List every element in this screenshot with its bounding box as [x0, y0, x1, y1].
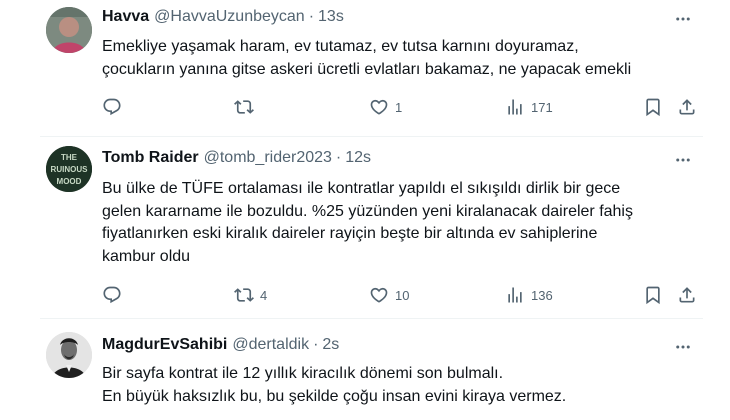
- retweet-count: 4: [260, 287, 268, 303]
- bookmark-icon: [646, 98, 660, 117]
- separator-dot: ·: [308, 8, 315, 25]
- user-handle[interactable]: @dertaldik: [232, 336, 309, 354]
- share-button[interactable]: [677, 96, 697, 118]
- reply-button[interactable]: [102, 96, 128, 118]
- timestamp[interactable]: 13s: [318, 8, 344, 26]
- retweet-button[interactable]: [234, 96, 260, 118]
- svg-text:THE: THE: [61, 153, 78, 162]
- like-count: 10: [395, 287, 410, 303]
- bookmark-button[interactable]: [643, 96, 663, 118]
- like-count: 1: [395, 99, 403, 115]
- more-horizontal-icon: [676, 345, 690, 349]
- user-handle[interactable]: @tomb_rider2023: [204, 149, 332, 167]
- tweet-text: Bu ülke de TÜFE ortalaması ile kontratla…: [102, 178, 691, 268]
- share-icon: [679, 99, 695, 115]
- tweet-header: Tomb Raider @tomb_rider2023 · 12s: [102, 149, 371, 171]
- tweet[interactable]: Havva @HavvaUzunbeycan · 13s Emekliye ya…: [40, 0, 703, 135]
- tweet[interactable]: THE RUINOUS MOOD Tomb Raider @tomb_rider…: [40, 137, 703, 315]
- views-button[interactable]: 171: [505, 96, 553, 118]
- tweet-text-line: Bir sayfa kontrat ile 12 yıllık kiracılı…: [102, 365, 504, 382]
- retweet-icon: [234, 100, 254, 114]
- tweet[interactable]: MagdurEvSahibi @dertaldik · 2s Bir sayfa…: [40, 319, 703, 420]
- heart-icon: [370, 287, 388, 303]
- tweet-text-line: kambur oldu: [102, 247, 191, 265]
- view-count: 171: [531, 99, 553, 115]
- views-chart-icon: [508, 99, 522, 115]
- tweet-text-line: Emekliye yaşamak haram, ev tutamaz, ev t…: [102, 38, 579, 55]
- share-button[interactable]: [677, 284, 697, 306]
- view-count: 136: [531, 287, 553, 303]
- like-button[interactable]: 10: [369, 284, 409, 306]
- tweet-text-line: Bu ülke de TÜFE ortalaması ile kontratla…: [102, 180, 621, 197]
- bookmark-button[interactable]: [643, 284, 663, 306]
- separator-dot: ·: [313, 336, 319, 353]
- views-button[interactable]: 136: [505, 284, 553, 306]
- display-name[interactable]: Tomb Raider: [102, 149, 199, 167]
- retweet-icon: [234, 288, 254, 302]
- tweet-text-line: fiyatlanırken eski kiralık daireler rayi…: [102, 225, 598, 242]
- reply-icon: [103, 286, 121, 304]
- tweet-actions: 4 10 136: [102, 284, 697, 306]
- display-name[interactable]: Havva: [102, 8, 149, 26]
- views-chart-icon: [508, 287, 522, 303]
- reply-icon: [103, 98, 121, 116]
- tweet-text: Emekliye yaşamak haram, ev tutamaz, ev t…: [102, 36, 691, 81]
- timestamp[interactable]: 12s: [345, 149, 371, 167]
- more-options-button[interactable]: [671, 336, 695, 358]
- more-horizontal-icon: [676, 17, 690, 21]
- avatar[interactable]: [46, 7, 92, 53]
- svg-text:RUINOUS: RUINOUS: [51, 165, 89, 174]
- reply-button[interactable]: [102, 284, 128, 306]
- separator-dot: ·: [335, 149, 342, 166]
- share-icon: [679, 287, 695, 303]
- tweet-actions: 1 171: [102, 96, 697, 118]
- timestamp[interactable]: 2s: [322, 336, 339, 354]
- heart-icon: [370, 99, 388, 115]
- display-name[interactable]: MagdurEvSahibi: [102, 336, 227, 354]
- tweet-header: Havva @HavvaUzunbeycan · 13s: [102, 8, 344, 30]
- tweet-text-line: gelen kararname ile bozuldu. %25 yüzünde…: [102, 202, 633, 220]
- tweet-header: MagdurEvSahibi @dertaldik · 2s: [102, 336, 339, 358]
- more-horizontal-icon: [676, 158, 690, 162]
- user-handle[interactable]: @HavvaUzunbeycan: [154, 8, 305, 26]
- tweet-text-line: En büyük haksızlık bu, bu şekilde çoğu i…: [102, 387, 567, 405]
- like-button[interactable]: 1: [369, 96, 402, 118]
- avatar[interactable]: THE RUINOUS MOOD: [46, 146, 92, 192]
- more-options-button[interactable]: [671, 8, 695, 30]
- more-options-button[interactable]: [671, 149, 695, 171]
- retweet-button[interactable]: 4: [234, 284, 267, 306]
- tweet-text-line: çocukların yanına gitse askeri ücretli e…: [102, 60, 632, 78]
- tweet-text: Bir sayfa kontrat ile 12 yıllık kiracılı…: [102, 363, 691, 408]
- svg-text:MOOD: MOOD: [57, 177, 82, 186]
- avatar[interactable]: [46, 332, 92, 378]
- bookmark-icon: [646, 286, 660, 305]
